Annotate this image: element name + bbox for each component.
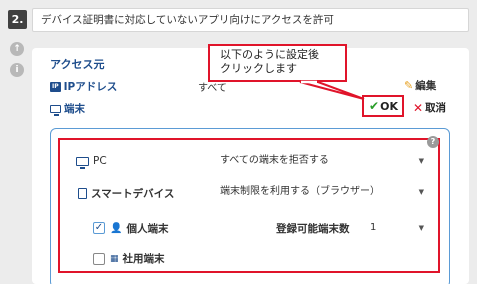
instruction-callout: 以下のように設定後 クリックします [208, 44, 347, 82]
monitor-icon [50, 104, 61, 116]
building-icon: ▦ [110, 253, 119, 264]
personal-device-checkbox[interactable]: ✓ [93, 222, 105, 234]
callout-line-2: クリックします [220, 62, 297, 75]
smart-device-row-label: スマートデバイス [78, 186, 174, 201]
help-icon[interactable]: ? [427, 136, 439, 148]
ip-address-label: IPアドレス [63, 81, 118, 93]
edit-button[interactable]: ✎ 編集 [404, 78, 436, 93]
registrable-count-label: 登録可能端末数 [276, 223, 350, 235]
smart-device-label: スマートデバイス [91, 188, 175, 200]
company-device-label: 社用端末 [122, 253, 165, 265]
company-device-row-label: ▦ 社用端末 [110, 251, 165, 266]
info-circle-icon[interactable]: i [10, 63, 24, 77]
device-label: 端末 [64, 103, 85, 115]
personal-device-label: 個人端末 [126, 223, 169, 235]
pc-label: PC [93, 155, 107, 167]
caret-down-icon: ▼ [418, 224, 424, 232]
step-number-badge: 2. [8, 10, 27, 29]
close-icon: ✕ [413, 100, 424, 115]
registrable-count-value: 1 [370, 222, 377, 233]
smart-device-policy-select[interactable]: 端末制限を利用する（ブラウザー） ▼ [212, 182, 430, 202]
cancel-label: 取消 [425, 102, 447, 114]
callout-line-1: 以下のように設定後 [220, 48, 319, 61]
company-device-checkbox[interactable] [93, 253, 105, 265]
up-arrow-circle-icon[interactable]: ↑ [10, 42, 24, 56]
ip-address-row-label: IP IPアドレス [50, 79, 117, 94]
cancel-button[interactable]: ✕ 取消 [413, 100, 446, 115]
ip-icon: IP [50, 81, 61, 92]
pc-policy-value: すべての端末を拒否する [220, 155, 329, 166]
ok-button-highlight [362, 95, 404, 117]
edit-label: 編集 [415, 80, 437, 92]
pc-row-label: PC [76, 155, 107, 169]
access-source-title: アクセス元 [50, 58, 105, 71]
pc-policy-select[interactable]: すべての端末を拒否する ▼ [212, 151, 430, 171]
monitor-icon [76, 156, 89, 169]
step-title: デバイス証明書に対応していないアプリ向けにアクセスを許可 [32, 8, 469, 32]
pencil-icon: ✎ [404, 79, 414, 92]
smart-device-policy-value: 端末制限を利用する（ブラウザー） [220, 186, 380, 197]
registrable-count-select[interactable]: 1 ▼ [362, 218, 430, 238]
person-icon: 👤 [110, 223, 123, 234]
smartphone-icon [78, 188, 87, 199]
personal-device-row-label: 👤 個人端末 [110, 221, 168, 236]
device-row-label: 端末 [50, 101, 85, 116]
caret-down-icon: ▼ [418, 157, 424, 165]
caret-down-icon: ▼ [418, 188, 424, 196]
